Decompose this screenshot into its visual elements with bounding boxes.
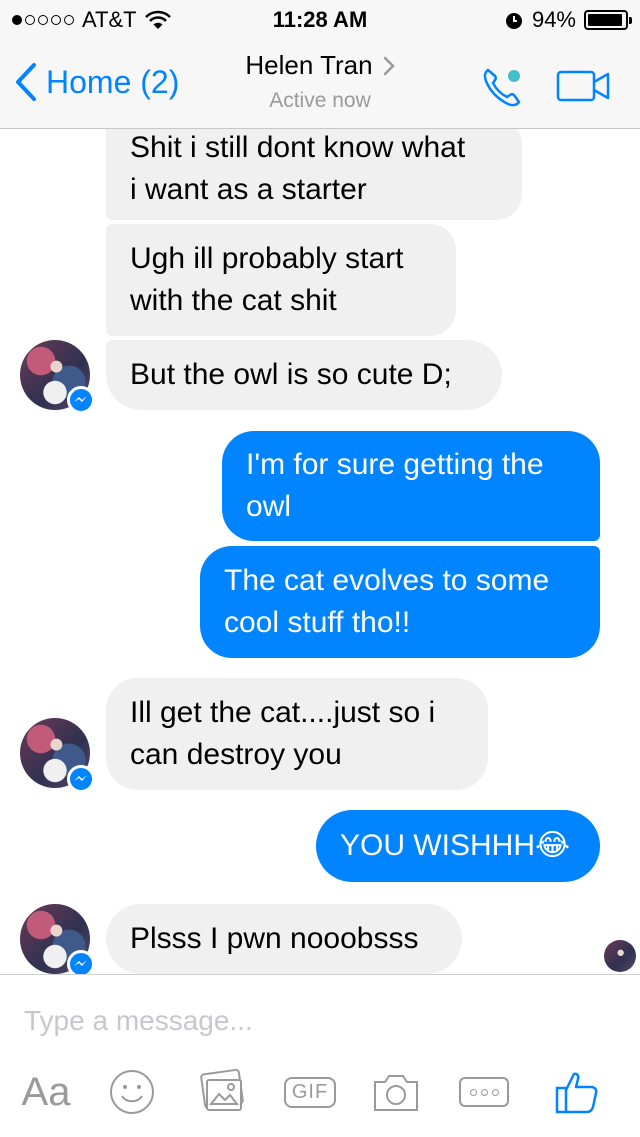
more-dot <box>469 1088 477 1096</box>
message-list[interactable]: Shit i still dont know what i want as a … <box>0 129 640 974</box>
message-line: can destroy you <box>130 738 342 771</box>
gif-label: GIF <box>283 1076 337 1108</box>
messenger-badge-icon <box>67 386 95 414</box>
status-bar: AT&T 11:28 AM 94% <box>0 0 640 40</box>
status-right: 94% <box>504 7 632 33</box>
phone-icon <box>483 68 521 107</box>
more-dot <box>480 1088 488 1096</box>
back-chevron-icon <box>16 63 36 101</box>
message-bubble-incoming[interactable]: But the owl is so cute D; <box>106 340 502 410</box>
back-label: Home (2) <box>46 63 180 100</box>
message-line: owl <box>246 490 292 523</box>
message-text: Plsss I pwn nooobsss <box>130 922 419 955</box>
messenger-badge-icon <box>67 950 95 974</box>
message-line: cool stuff tho!! <box>224 606 411 639</box>
thumbs-up-icon <box>555 1072 598 1114</box>
message-text: The cat evolves to some cool stuff tho!! <box>224 560 549 644</box>
camera-button[interactable] <box>370 1067 422 1117</box>
emoji-icon <box>110 1070 154 1114</box>
more-button[interactable] <box>458 1067 510 1117</box>
video-camera-icon <box>556 70 610 102</box>
message-text: But the owl is so cute D; <box>130 358 452 391</box>
battery-icon <box>584 10 632 30</box>
battery-fill <box>588 14 622 26</box>
message-text: Ugh ill probably start with the cat shit <box>130 238 403 322</box>
like-button[interactable] <box>550 1067 604 1117</box>
battery-percent: 94% <box>531 7 576 32</box>
camera-icon <box>374 1075 418 1111</box>
video-call-button[interactable] <box>556 66 612 106</box>
emoji-button[interactable] <box>106 1067 158 1117</box>
message-line: Shit i still dont know what <box>130 131 466 164</box>
message-text: YOU WISHHH😂 <box>340 829 571 862</box>
gif-button[interactable]: GIF <box>282 1067 338 1117</box>
message-text: Ill get the cat....just so i can destroy… <box>130 692 435 776</box>
contact-name: Helen Tran <box>245 50 373 80</box>
photo-icon <box>200 1068 244 1111</box>
message-line: Ill get the cat....just so i <box>130 696 436 729</box>
message-line: The cat evolves to some <box>224 564 550 597</box>
message-line: Ugh ill probably start <box>130 242 404 275</box>
message-bubble-incoming[interactable]: Plsss I pwn nooobsss <box>106 904 462 974</box>
message-bubble-outgoing[interactable]: I'm for sure getting the owl <box>222 431 600 541</box>
message-line: I'm for sure getting the <box>246 448 544 481</box>
more-dot <box>491 1088 499 1096</box>
contact-status: Active now <box>269 89 371 112</box>
message-text: Shit i still dont know what i want as a … <box>130 129 465 211</box>
photo-button[interactable] <box>196 1067 248 1117</box>
message-text: I'm for sure getting the owl <box>246 444 544 528</box>
alarm-icon <box>505 13 522 29</box>
message-bubble-outgoing[interactable]: YOU WISHHH😂 <box>316 810 600 882</box>
message-bubble-outgoing[interactable]: The cat evolves to some cool stuff tho!! <box>200 546 600 658</box>
messenger-badge-icon <box>67 765 95 793</box>
composer: Aa GIF <box>0 974 640 1137</box>
seen-indicator-avatar <box>604 940 636 972</box>
message-line: with the cat shit <box>130 284 337 317</box>
more-icon <box>459 1077 509 1107</box>
message-bubble-incoming[interactable]: Shit i still dont know what i want as a … <box>106 129 522 220</box>
call-button[interactable] <box>478 62 528 112</box>
message-bubble-incoming[interactable]: Ill get the cat....just so i can destroy… <box>106 678 488 790</box>
contact-info[interactable]: Helen Tran Active now <box>200 50 440 113</box>
message-bubble-incoming[interactable]: Ugh ill probably start with the cat shit <box>106 224 456 336</box>
contact-name-row: Helen Tran <box>200 50 440 81</box>
message-input[interactable] <box>22 995 616 1047</box>
chevron-right-icon <box>383 56 395 75</box>
text-style-button[interactable]: Aa <box>18 1067 74 1117</box>
back-button[interactable]: Home (2) <box>14 62 179 102</box>
conversation-header: Home (2) Helen Tran Active now <box>0 40 640 129</box>
message-line: i want as a starter <box>130 173 367 206</box>
text-style-label: Aa <box>21 1069 71 1114</box>
battery-tip <box>629 17 632 24</box>
